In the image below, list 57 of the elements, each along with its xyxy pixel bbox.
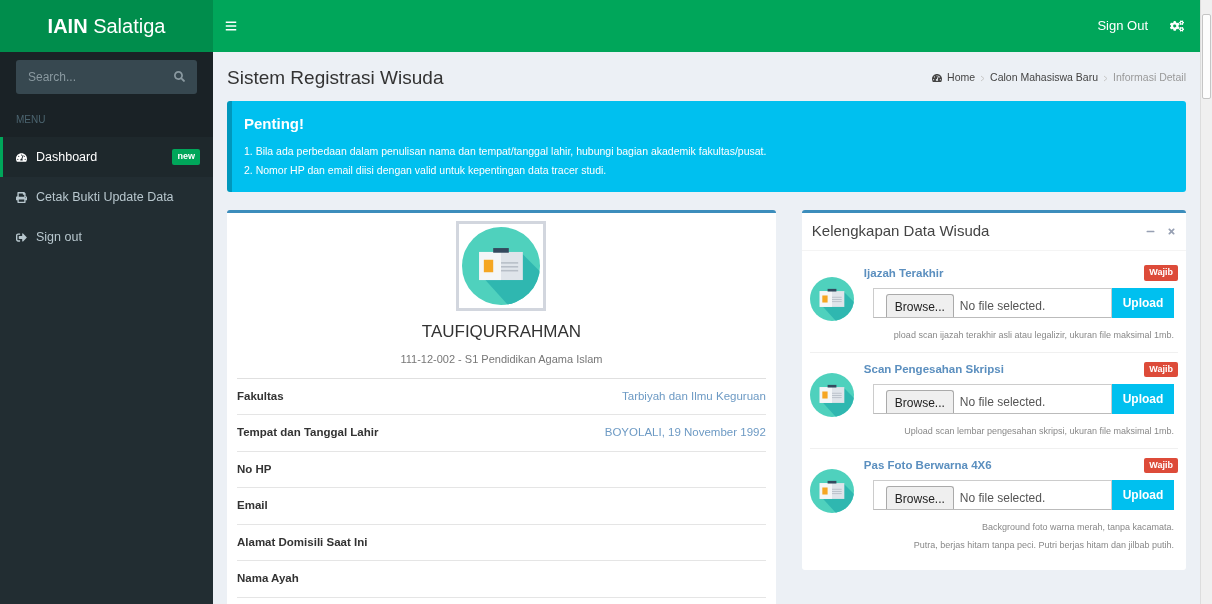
file-input[interactable]: Browse... No file selected. [872, 480, 1112, 511]
settings-icon[interactable] [1170, 19, 1184, 33]
field-label: Fakultas [237, 388, 284, 404]
help-text: Upload scan lembar pengesahan skripsi, ukuran file maksimal 1mb. [904, 425, 1174, 438]
file-input[interactable]: Browse... No file selected. [872, 384, 1112, 414]
sidebar-item[interactable]: Sign out [0, 217, 213, 257]
help-text: Putra, berjas hitam tanpa peci. Putri berjas hitam dan jilbab putih. [913, 539, 1174, 553]
file-status: No file selected. [959, 490, 1046, 508]
gauge-icon [16, 151, 27, 163]
search-field[interactable]: Search... [16, 60, 197, 94]
page-title: Sistem Registrasi Wisuda [227, 65, 444, 90]
menu-header: MENU [0, 102, 213, 137]
menu-icon[interactable] [225, 20, 237, 32]
brand-logo[interactable]: IAIN Salatiga [0, 0, 213, 52]
gauge-icon [932, 73, 943, 83]
required-badge: Wajib [1144, 457, 1178, 474]
field-label: No HP [237, 461, 272, 477]
scrollbar[interactable] [1200, 0, 1212, 604]
scrollbar-thumb[interactable] [1202, 14, 1211, 99]
id-card-icon [809, 469, 854, 513]
help-text: Background foto warna merah, tanpa kacamata. [981, 521, 1174, 535]
file-status: No file selected. [959, 297, 1046, 315]
field-label: Nama Ayah [237, 571, 299, 587]
sign-out-icon [16, 231, 27, 243]
chevron-icon [980, 74, 986, 82]
sidebar-item[interactable]: Dashboard new [0, 137, 213, 177]
field-label: Tempat dan Tanggal Lahir [237, 425, 379, 441]
field-label: Alamat Domisili Saat Ini [237, 534, 368, 550]
profile-subtitle: 111-12-002 - S1 Pendidikan Agama Islam [400, 352, 603, 367]
help-text: pload scan ijazah terakhir asli atau legalizir, ukuran file maksimal 1mb. [893, 328, 1174, 342]
profile-name: TAUFIQURRAHMAN [421, 320, 582, 343]
chevron-icon [1103, 74, 1109, 82]
close-icon[interactable] [1167, 226, 1176, 236]
document-title: Ijazah Terakhir [863, 265, 944, 281]
search-icon[interactable] [174, 71, 185, 82]
document-title: Scan Pengesahan Skripsi [863, 361, 1004, 377]
required-badge: Wajib [1144, 361, 1178, 378]
new-badge: new [172, 149, 200, 165]
browse-button[interactable]: Browse... [885, 486, 954, 510]
breadcrumb-link[interactable]: Calon Mahasiswa Baru [990, 70, 1099, 86]
browse-button[interactable]: Browse... [885, 293, 954, 317]
callout-line: 1. Bila ada perbedaan dalam penulisan nama dan tempat/tanggal lahir, hubungi bagian akademik fakultas/pusat. [244, 143, 768, 159]
document-title: Pas Foto Berwarna 4X6 [863, 458, 992, 473]
panel-title: Kelengkapan Data Wisuda [811, 220, 990, 241]
file-input[interactable]: Browse... No file selected. [872, 287, 1112, 318]
printer-icon [16, 191, 27, 203]
id-card-icon [809, 276, 854, 321]
browse-button[interactable]: Browse... [885, 390, 954, 413]
sidebar-item[interactable]: Cetak Bukti Update Data [0, 177, 213, 217]
file-status: No file selected. [959, 394, 1046, 411]
id-card-icon [809, 372, 854, 417]
callout-title: Penting! [244, 114, 305, 134]
callout-line: 2. Nomor HP dan email diisi dengan valid untuk kepentingan data tracer studi. [244, 162, 608, 178]
field-label: Email [237, 498, 268, 514]
id-card-icon [462, 226, 541, 305]
required-badge: Wajib [1144, 265, 1178, 281]
breadcrumb-link[interactable]: Home [947, 70, 976, 86]
